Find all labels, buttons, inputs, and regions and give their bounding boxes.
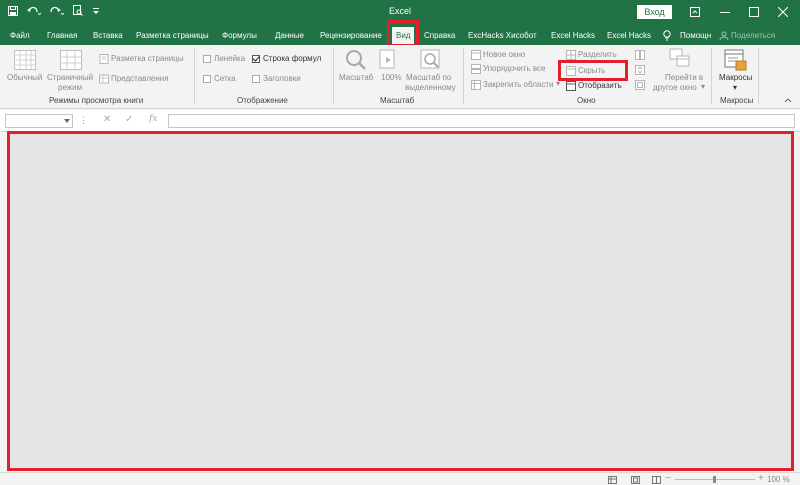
zoom-100-icon[interactable] <box>379 49 399 71</box>
custom-views-label[interactable]: Представления <box>111 74 169 84</box>
show-group-label: Отображение <box>237 96 288 105</box>
zoom-level[interactable]: 100 % <box>767 475 790 484</box>
cancel-entry-icon[interactable]: ✕ <box>103 114 111 125</box>
formula-bar-resize-handle[interactable]: ⋮ <box>79 115 88 126</box>
zoom-slider-thumb[interactable] <box>713 476 716 483</box>
tab-formulas[interactable]: Формулы <box>222 28 257 43</box>
ribbon: Обычный Страничный режим Разметка страни… <box>0 45 800 109</box>
ruler-label: Линейка <box>214 54 246 63</box>
normal-view-icon[interactable] <box>14 50 36 70</box>
page-break-view-icon[interactable] <box>60 50 82 70</box>
macros-label[interactable]: Макросы <box>719 73 752 83</box>
arrange-all-label[interactable]: Упорядочить все <box>483 64 545 74</box>
zoom-in-icon[interactable]: + <box>758 473 764 484</box>
page-break-view-label-1[interactable]: Страничный <box>47 73 93 83</box>
unhide-window-label[interactable]: Отобразить <box>578 81 622 91</box>
tab-review[interactable]: Рецензирование <box>320 28 382 43</box>
formula-bar-label: Строка формул <box>263 54 322 63</box>
name-box-dropdown-icon[interactable] <box>64 119 70 123</box>
switch-windows-icon[interactable] <box>669 48 691 70</box>
macros-icon[interactable] <box>724 48 748 72</box>
page-break-view-label-2[interactable]: режим <box>58 83 82 93</box>
login-button[interactable]: Вход <box>637 5 672 19</box>
macros-chevron-icon[interactable]: ▾ <box>733 83 737 93</box>
page-break-status-icon[interactable] <box>652 476 661 484</box>
normal-view-status-icon[interactable] <box>608 476 617 484</box>
ruler-checkbox[interactable] <box>203 55 211 63</box>
zoom-group-label: Масштаб <box>380 96 415 105</box>
group-divider <box>333 48 334 104</box>
close-icon[interactable] <box>770 0 796 24</box>
arrange-all-icon[interactable] <box>471 64 481 74</box>
tab-exchacks-report[interactable]: ExcHacks Хисобот <box>468 28 537 43</box>
empty-workbook-area[interactable] <box>7 131 794 471</box>
group-divider <box>758 48 759 104</box>
workbook-views-group-label: Режимы просмотра книги <box>49 96 144 105</box>
share-person-icon[interactable] <box>719 28 729 43</box>
reset-window-position-icon[interactable] <box>635 80 645 90</box>
unhide-window-icon[interactable] <box>566 81 576 91</box>
switch-windows-chevron-icon[interactable]: ▾ <box>701 82 705 92</box>
group-divider <box>711 48 712 104</box>
normal-view-label[interactable]: Обычный <box>7 73 42 83</box>
gridlines-label: Сетка <box>214 74 236 83</box>
page-layout-status-icon[interactable] <box>631 476 640 484</box>
collapse-ribbon-icon[interactable] <box>784 97 792 103</box>
switch-windows-label-1[interactable]: Перейти в <box>665 73 703 83</box>
formula-input[interactable] <box>168 114 795 128</box>
app-title: Excel <box>388 6 411 16</box>
zoom-magnifier-icon[interactable] <box>345 49 367 71</box>
headings-checkbox[interactable] <box>252 75 260 83</box>
view-side-by-side-icon[interactable] <box>635 50 645 60</box>
hide-button-highlight <box>558 60 628 81</box>
tab-excel-hacks-1[interactable]: Excel Hacks <box>551 28 595 43</box>
headings-label: Заголовки <box>263 74 301 83</box>
tab-page-layout[interactable]: Разметка страницы <box>136 28 209 43</box>
synchronous-scrolling-icon[interactable] <box>635 65 645 75</box>
tab-help[interactable]: Справка <box>424 28 455 43</box>
tab-insert[interactable]: Вставка <box>93 28 123 43</box>
group-divider <box>194 48 195 104</box>
split-label[interactable]: Разделить <box>578 50 617 60</box>
formula-bar-checkbox[interactable] <box>252 55 260 63</box>
ribbon-display-options-icon[interactable] <box>682 0 708 24</box>
zoom-to-selection-icon[interactable] <box>420 49 442 71</box>
view-tab-highlight <box>387 20 419 47</box>
tab-home[interactable]: Главная <box>47 28 77 43</box>
zoom-out-icon[interactable]: − <box>665 473 671 484</box>
tab-data[interactable]: Данные <box>275 28 304 43</box>
new-window-label[interactable]: Новое окно <box>483 50 525 60</box>
window-group-label: Окно <box>577 96 596 105</box>
zoom-to-selection-label-1[interactable]: Масштаб по <box>406 73 451 83</box>
switch-windows-label-2[interactable]: другое окно <box>653 83 697 93</box>
confirm-entry-icon[interactable]: ✓ <box>125 114 133 125</box>
maximize-icon[interactable] <box>741 0 767 24</box>
macros-group-label: Макросы <box>720 96 754 105</box>
zoom-to-selection-label-2[interactable]: выделенному <box>405 83 456 93</box>
zoom-label[interactable]: Масштаб <box>339 73 373 83</box>
tab-excel-hacks-2[interactable]: Excel Hacks <box>607 28 651 43</box>
zoom-100-label[interactable]: 100% <box>381 73 401 83</box>
freeze-panes-label[interactable]: Закрепить области <box>483 80 553 90</box>
split-icon[interactable] <box>566 50 576 60</box>
page-layout-label[interactable]: Разметка страницы <box>111 54 184 64</box>
share-button[interactable]: Поделиться <box>731 28 775 43</box>
name-box[interactable] <box>5 114 73 128</box>
tab-file[interactable]: Файл <box>10 28 30 43</box>
status-bar: − + 100 % <box>0 472 800 485</box>
tell-me-search[interactable]: Помощн <box>680 28 711 43</box>
page-layout-icon[interactable] <box>99 54 109 64</box>
custom-views-icon[interactable] <box>99 74 109 84</box>
freeze-panes-icon[interactable] <box>471 80 481 90</box>
insert-function-icon[interactable]: fx <box>149 114 157 124</box>
new-window-icon[interactable] <box>471 50 481 60</box>
formula-bar: ⋮ ✕ ✓ fx <box>0 110 800 132</box>
gridlines-checkbox[interactable] <box>203 75 211 83</box>
tell-me-lightbulb-icon[interactable] <box>663 28 671 43</box>
minimize-icon[interactable] <box>712 0 738 24</box>
group-divider <box>463 48 464 104</box>
